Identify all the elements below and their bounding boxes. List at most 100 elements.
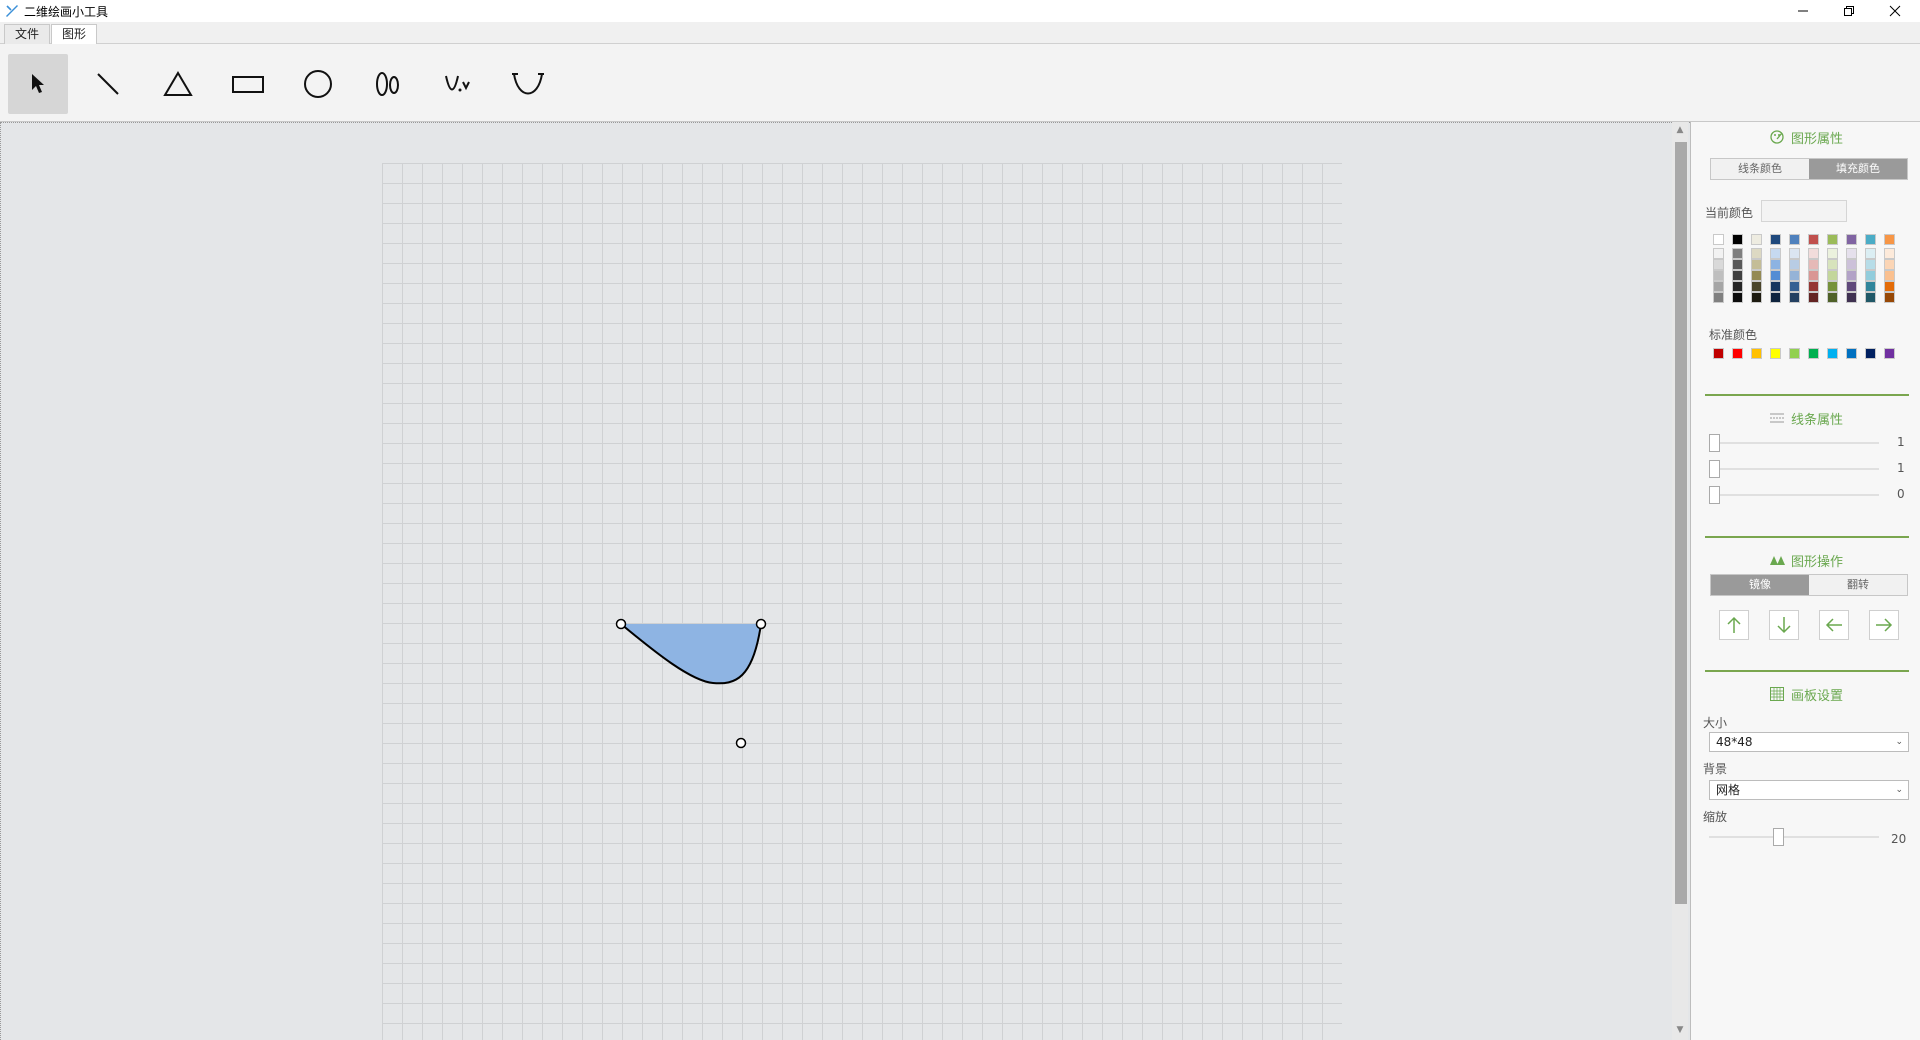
close-button[interactable] — [1872, 0, 1918, 22]
color-swatch[interactable] — [1751, 248, 1762, 259]
color-swatch[interactable] — [1884, 270, 1895, 281]
color-swatch[interactable] — [1751, 270, 1762, 281]
line-style-slider[interactable]: 1 — [1709, 460, 1905, 478]
color-swatch[interactable] — [1884, 234, 1895, 245]
color-swatch[interactable] — [1865, 259, 1876, 270]
color-swatch[interactable] — [1846, 270, 1857, 281]
handle-start[interactable] — [615, 618, 627, 630]
color-swatch[interactable] — [1827, 281, 1838, 292]
color-swatch[interactable] — [1865, 248, 1876, 259]
color-swatch[interactable] — [1713, 259, 1724, 270]
color-swatch[interactable] — [1789, 248, 1800, 259]
color-swatch[interactable] — [1713, 234, 1724, 245]
color-swatch[interactable] — [1751, 259, 1762, 270]
tab-flip[interactable]: 翻转 — [1809, 575, 1907, 595]
standard-color-swatch[interactable] — [1865, 348, 1876, 359]
color-swatch[interactable] — [1713, 292, 1724, 303]
color-swatch[interactable] — [1846, 281, 1857, 292]
triangle-tool-button[interactable] — [148, 54, 208, 114]
color-swatch[interactable] — [1789, 292, 1800, 303]
handle-end[interactable] — [755, 618, 767, 630]
slider-thumb[interactable] — [1709, 486, 1720, 504]
color-swatch[interactable] — [1827, 292, 1838, 303]
color-swatch[interactable] — [1732, 259, 1743, 270]
color-swatch[interactable] — [1732, 234, 1743, 245]
color-swatch[interactable] — [1827, 234, 1838, 245]
minimize-button[interactable] — [1780, 0, 1826, 22]
standard-color-swatch[interactable] — [1732, 348, 1743, 359]
ellipse-tool-button[interactable] — [358, 54, 418, 114]
standard-color-swatch[interactable] — [1846, 348, 1857, 359]
color-swatch[interactable] — [1865, 281, 1876, 292]
arc-tool-button[interactable] — [498, 54, 558, 114]
color-swatch[interactable] — [1789, 270, 1800, 281]
slider-thumb[interactable] — [1709, 460, 1720, 478]
restore-button[interactable] — [1826, 0, 1872, 22]
color-swatch[interactable] — [1884, 248, 1895, 259]
line-tool-button[interactable] — [78, 54, 138, 114]
standard-color-swatch[interactable] — [1808, 348, 1819, 359]
tab-file[interactable]: 文件 — [4, 24, 51, 45]
tab-fill-color[interactable]: 填充颜色 — [1809, 159, 1907, 179]
color-swatch[interactable] — [1846, 234, 1857, 245]
standard-color-swatch[interactable] — [1713, 348, 1724, 359]
color-swatch[interactable] — [1808, 281, 1819, 292]
color-swatch[interactable] — [1884, 292, 1895, 303]
color-swatch[interactable] — [1789, 234, 1800, 245]
select-tool-button[interactable] — [8, 54, 68, 114]
move-right-button[interactable] — [1869, 610, 1899, 640]
color-swatch[interactable] — [1770, 270, 1781, 281]
color-swatch[interactable] — [1846, 292, 1857, 303]
color-swatch[interactable] — [1732, 248, 1743, 259]
color-swatch[interactable] — [1808, 270, 1819, 281]
color-swatch[interactable] — [1808, 248, 1819, 259]
slider-thumb[interactable] — [1709, 434, 1720, 452]
color-swatch[interactable] — [1770, 281, 1781, 292]
color-swatch[interactable] — [1713, 270, 1724, 281]
color-swatch[interactable] — [1713, 281, 1724, 292]
standard-color-swatch[interactable] — [1770, 348, 1781, 359]
color-swatch[interactable] — [1732, 292, 1743, 303]
color-swatch[interactable] — [1865, 234, 1876, 245]
scrollbar-thumb[interactable] — [1675, 142, 1687, 904]
color-swatch[interactable] — [1770, 292, 1781, 303]
color-swatch[interactable] — [1751, 234, 1762, 245]
slider-thumb[interactable] — [1773, 828, 1784, 846]
background-select[interactable]: 网格 ⌄ — [1709, 780, 1909, 800]
color-swatch[interactable] — [1770, 259, 1781, 270]
drawing-layer[interactable] — [1, 123, 1691, 1040]
color-swatch[interactable] — [1865, 292, 1876, 303]
color-swatch[interactable] — [1789, 259, 1800, 270]
scroll-down-icon[interactable]: ▼ — [1674, 1024, 1686, 1036]
color-swatch[interactable] — [1884, 281, 1895, 292]
color-swatch[interactable] — [1808, 292, 1819, 303]
tab-line-color[interactable]: 线条颜色 — [1711, 159, 1809, 179]
move-down-button[interactable] — [1769, 610, 1799, 640]
color-swatch[interactable] — [1846, 259, 1857, 270]
color-swatch[interactable] — [1751, 292, 1762, 303]
standard-color-swatch[interactable] — [1884, 348, 1895, 359]
color-swatch[interactable] — [1827, 248, 1838, 259]
color-swatch[interactable] — [1884, 259, 1895, 270]
color-swatch[interactable] — [1808, 234, 1819, 245]
vertical-scrollbar[interactable]: ▲ ▼ — [1672, 122, 1688, 1040]
color-swatch[interactable] — [1865, 270, 1876, 281]
color-swatch[interactable] — [1751, 281, 1762, 292]
color-swatch[interactable] — [1827, 259, 1838, 270]
move-left-button[interactable] — [1819, 610, 1849, 640]
line-offset-slider[interactable]: 0 — [1709, 486, 1905, 504]
color-swatch[interactable] — [1732, 270, 1743, 281]
tab-mirror[interactable]: 镜像 — [1711, 575, 1809, 595]
canvas-area[interactable] — [0, 122, 1690, 1040]
color-swatch[interactable] — [1808, 259, 1819, 270]
move-up-button[interactable] — [1719, 610, 1749, 640]
size-select[interactable]: 48*48 ⌄ — [1709, 732, 1909, 752]
curve-tool-button[interactable] — [428, 54, 488, 114]
line-width-slider[interactable]: 1 — [1709, 434, 1905, 452]
circle-tool-button[interactable] — [288, 54, 348, 114]
color-swatch[interactable] — [1713, 248, 1724, 259]
standard-color-swatch[interactable] — [1789, 348, 1800, 359]
standard-color-swatch[interactable] — [1827, 348, 1838, 359]
standard-color-swatch[interactable] — [1751, 348, 1762, 359]
color-swatch[interactable] — [1770, 248, 1781, 259]
